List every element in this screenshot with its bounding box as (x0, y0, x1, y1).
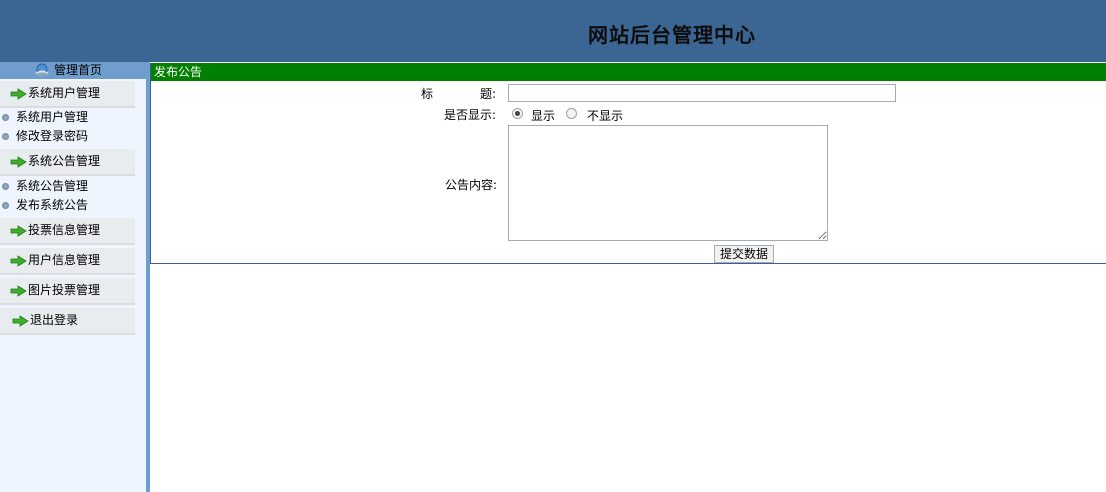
menu-head-logout[interactable]: 退出登录 (0, 308, 135, 335)
menu-item-label: 修改登录密码 (16, 129, 89, 143)
menu-item-label: 系统用户管理 (16, 110, 89, 124)
green-arrow-icon (10, 225, 27, 237)
title-input[interactable] (508, 84, 896, 102)
content-label: 公告内容: (445, 178, 498, 192)
menu-head-label: 投票信息管理 (28, 223, 101, 237)
green-arrow-icon (12, 315, 29, 327)
bullet-icon (2, 183, 9, 190)
show-yes-radio[interactable] (512, 108, 523, 119)
menu-head-user-info[interactable]: 用户信息管理 (0, 248, 135, 275)
content-textarea[interactable] (508, 125, 828, 241)
bullet-icon (2, 133, 9, 140)
menu-head-label: 用户信息管理 (28, 253, 101, 267)
submit-button[interactable]: 提交数据 (714, 245, 774, 263)
bullet-icon (2, 202, 9, 209)
menu-item-label: 发布系统公告 (16, 198, 89, 212)
menu-head-label: 系统公告管理 (28, 154, 101, 168)
bullet-icon (2, 114, 9, 121)
menu-head-label: 图片投票管理 (28, 283, 101, 297)
show-no-label[interactable]: 不显示 (587, 107, 623, 124)
sidebar: 管理首页 系统用户管理 系统用户管理 修改登录密码 系统公告管理 系统公告管理 … (0, 62, 146, 492)
green-arrow-icon (10, 156, 27, 168)
menu-head-vote-info[interactable]: 投票信息管理 (0, 218, 135, 245)
green-arrow-icon (10, 285, 27, 297)
title-label-part1: 标 (421, 87, 434, 101)
menu-head-system-users[interactable]: 系统用户管理 (0, 81, 135, 108)
green-arrow-icon (10, 88, 27, 100)
menu-head-image-vote[interactable]: 图片投票管理 (0, 278, 135, 305)
menu-item-label: 系统公告管理 (16, 179, 89, 193)
home-label: 管理首页 (54, 63, 103, 77)
show-yes-label[interactable]: 显示 (531, 107, 555, 124)
show-no-radio[interactable] (566, 108, 577, 119)
site-title: 网站后台管理中心 (588, 23, 756, 47)
green-arrow-icon (10, 255, 27, 267)
menu-head-system-notices[interactable]: 系统公告管理 (0, 149, 135, 176)
title-label-part2: 题: (480, 87, 497, 101)
show-label: 是否显示: (444, 108, 497, 122)
panel-title: 发布公告 (151, 63, 1106, 81)
home-globe-icon (35, 63, 49, 77)
home-link[interactable]: 管理首页 (0, 62, 146, 79)
menu-head-label: 退出登录 (30, 313, 79, 327)
top-header: 网站后台管理中心 (0, 0, 1106, 62)
menu-head-label: 系统用户管理 (28, 86, 101, 100)
